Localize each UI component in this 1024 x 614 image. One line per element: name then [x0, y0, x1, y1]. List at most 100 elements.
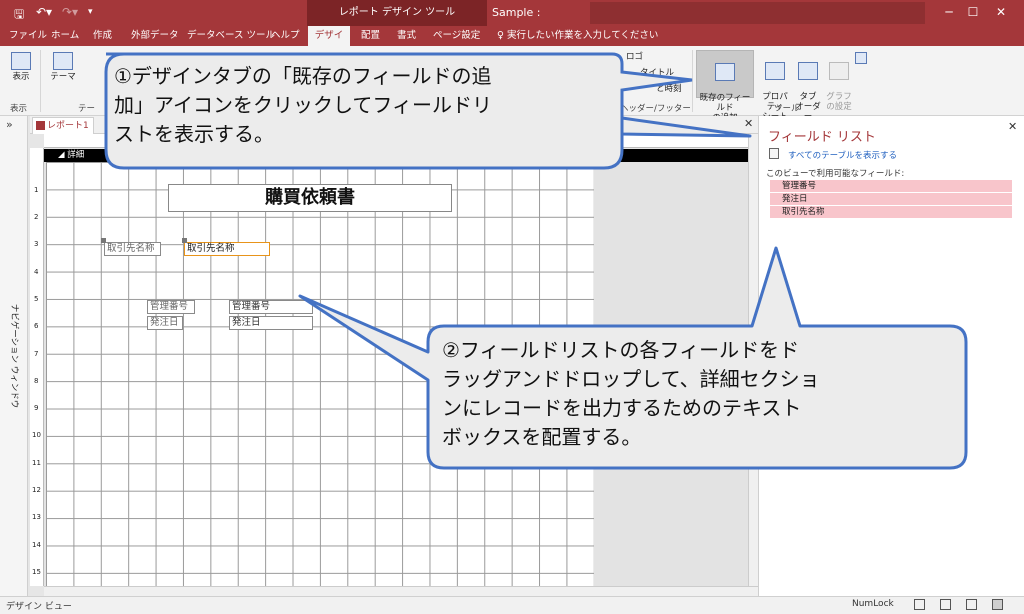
control-label-torihikisaki[interactable]: 取引先名称: [104, 242, 161, 256]
status-view-label: デザイン ビュー: [6, 602, 72, 612]
theme-group-label: テー: [78, 104, 96, 114]
textbox-torihikisaki[interactable]: 取引先名称: [184, 242, 270, 256]
field-item-hacchubi[interactable]: 発注日: [770, 193, 1012, 205]
title-search-area: [590, 2, 925, 24]
tools-group-label: ツール: [774, 104, 800, 114]
design-view-icon[interactable]: [992, 599, 1003, 610]
ruler-number: 4: [34, 268, 39, 276]
ruler-number: 10: [32, 431, 41, 439]
move-handle[interactable]: [101, 238, 106, 243]
ruler-number: 8: [34, 377, 39, 385]
callout-1-line: ①デザインタブの「既存のフィールドの追: [114, 64, 492, 88]
numlock-indicator: NumLock: [852, 599, 894, 609]
table-icon: [769, 148, 779, 159]
document-close-icon[interactable]: ✕: [744, 117, 753, 130]
report-title-label[interactable]: 購買依頼書: [168, 184, 452, 212]
close-button[interactable]: ✕: [978, 0, 1024, 26]
ruler-number: 13: [32, 513, 41, 521]
move-handle[interactable]: [182, 238, 187, 243]
callout-2-line: ②フィールドリストの各フィールドをド: [442, 338, 800, 362]
save-icon[interactable]: 🖫: [14, 5, 24, 26]
tab-order-icon: [798, 62, 818, 80]
tell-me-text: 実行したい作業を入力してください: [506, 30, 659, 41]
ruler-number: 5: [34, 295, 39, 303]
nav-pane-toggle-icon[interactable]: »: [6, 118, 13, 131]
view-label: 表示: [12, 72, 30, 82]
ruler-number: 14: [32, 541, 41, 549]
report-icon: [36, 121, 45, 130]
ruler-number: 6: [34, 322, 39, 330]
lightbulb-icon: ♀: [497, 30, 507, 41]
ruler-number: 11: [32, 459, 41, 467]
customize-icon[interactable]: ▾: [88, 7, 93, 17]
callout-2-line: ラッグアンドドロップして、詳細セクショ: [442, 367, 820, 391]
code-view-icon: [855, 52, 867, 64]
layout-view-icon[interactable]: [966, 599, 977, 610]
view-icon: [11, 52, 31, 70]
chart-settings-label: グラフ の設定: [826, 92, 852, 112]
field-list-title: フィールド リスト: [768, 130, 876, 145]
detail-section-label: 詳細: [67, 150, 85, 160]
tab-database-tools[interactable]: データベース ツール: [184, 26, 278, 46]
theme-icon: [53, 52, 73, 70]
field-item-torihikisaki[interactable]: 取引先名称: [770, 206, 1012, 218]
navigation-pane-label: ナビゲーション ウィンドウ: [9, 303, 19, 409]
header-footer-group-label: ヘッダー/フッター: [620, 104, 691, 114]
tab-design[interactable]: デザイン: [308, 26, 350, 61]
ribbon-separator: [692, 50, 693, 112]
theme-label: テーマ: [50, 72, 76, 82]
textbox-kanri[interactable]: 管理番号: [229, 300, 313, 314]
ruler-number: 1: [34, 186, 39, 194]
available-fields-label: このビューで利用可能なフィールド:: [766, 169, 905, 179]
callout-1-line: 加」アイコンをクリックしてフィールドリ: [114, 93, 492, 117]
theme-button[interactable]: テーマ: [50, 52, 76, 82]
report-view-icon[interactable]: [914, 599, 925, 610]
callout-1-line: ストを表示する。: [114, 122, 274, 146]
horizontal-scrollbar[interactable]: [44, 586, 758, 596]
ruler-number: 12: [32, 486, 41, 494]
ribbon-separator: [40, 50, 41, 112]
code-view-button[interactable]: [854, 52, 868, 66]
tell-me-box[interactable]: ♀ 実行したい作業を入力してください: [497, 26, 658, 46]
tab-arrange[interactable]: 配置: [358, 26, 383, 46]
add-existing-fields-button[interactable]: 既存のフィールド の追加: [696, 50, 754, 123]
tab-create[interactable]: 作成: [90, 26, 115, 46]
callout-2-line: ンにレコードを出力するためのテキスト: [442, 396, 802, 420]
property-sheet-icon: [765, 62, 785, 80]
tab-help[interactable]: ヘルプ: [268, 26, 303, 46]
title-label: タイトル: [640, 68, 675, 78]
tab-home[interactable]: ホーム: [48, 26, 82, 46]
tab-file[interactable]: ファイル: [6, 26, 50, 46]
ruler-number: 15: [32, 568, 41, 576]
control-label-kanri[interactable]: 管理番号: [147, 300, 195, 314]
logo-button[interactable]: ロゴ: [626, 52, 666, 62]
ruler-number: 7: [34, 350, 39, 358]
ruler-number: 9: [34, 404, 39, 412]
view-group-label: 表示: [10, 104, 28, 114]
chart-settings-icon: [829, 62, 849, 80]
detail-section-bar[interactable]: ◢ 詳細: [44, 149, 748, 162]
document-title: Sample :: [492, 6, 541, 19]
tab-format[interactable]: 書式: [394, 26, 419, 46]
field-item-kanri[interactable]: 管理番号: [770, 180, 1012, 192]
view-button[interactable]: 表示: [6, 52, 36, 82]
control-label-hacchubi[interactable]: 発注日: [147, 316, 183, 330]
callout-2-text: ②フィールドリストの各フィールドをド ラッグアンドドロップして、詳細セクショ ン…: [442, 336, 820, 452]
textbox-hacchubi[interactable]: 発注日: [229, 316, 313, 330]
callout-2-line: ボックスを配置する。: [442, 425, 642, 449]
section-expand-icon: ◢: [58, 150, 68, 160]
datetime-button[interactable]: と時刻: [656, 84, 696, 94]
callout-1-text: ①デザインタブの「既存のフィールドの追 加」アイコンをクリックしてフィールドリ …: [114, 62, 492, 149]
tab-external-data[interactable]: 外部データ: [128, 26, 182, 46]
field-list-close-icon[interactable]: ✕: [1008, 120, 1017, 133]
tab-page-setup[interactable]: ページ設定: [430, 26, 483, 46]
redo-icon[interactable]: ↷▾: [62, 5, 78, 19]
undo-icon[interactable]: ↶▾: [36, 5, 52, 19]
title-button[interactable]: タイトル: [640, 68, 680, 78]
ruler-number: 3: [34, 240, 39, 248]
context-tools-label: レポート デザイン ツール: [307, 0, 487, 26]
print-preview-icon[interactable]: [940, 599, 951, 610]
show-all-tables-link[interactable]: すべてのテーブルを表示する: [788, 149, 897, 161]
datetime-label: と時刻: [656, 84, 682, 94]
chart-settings-button[interactable]: グラフ の設定: [824, 52, 854, 112]
